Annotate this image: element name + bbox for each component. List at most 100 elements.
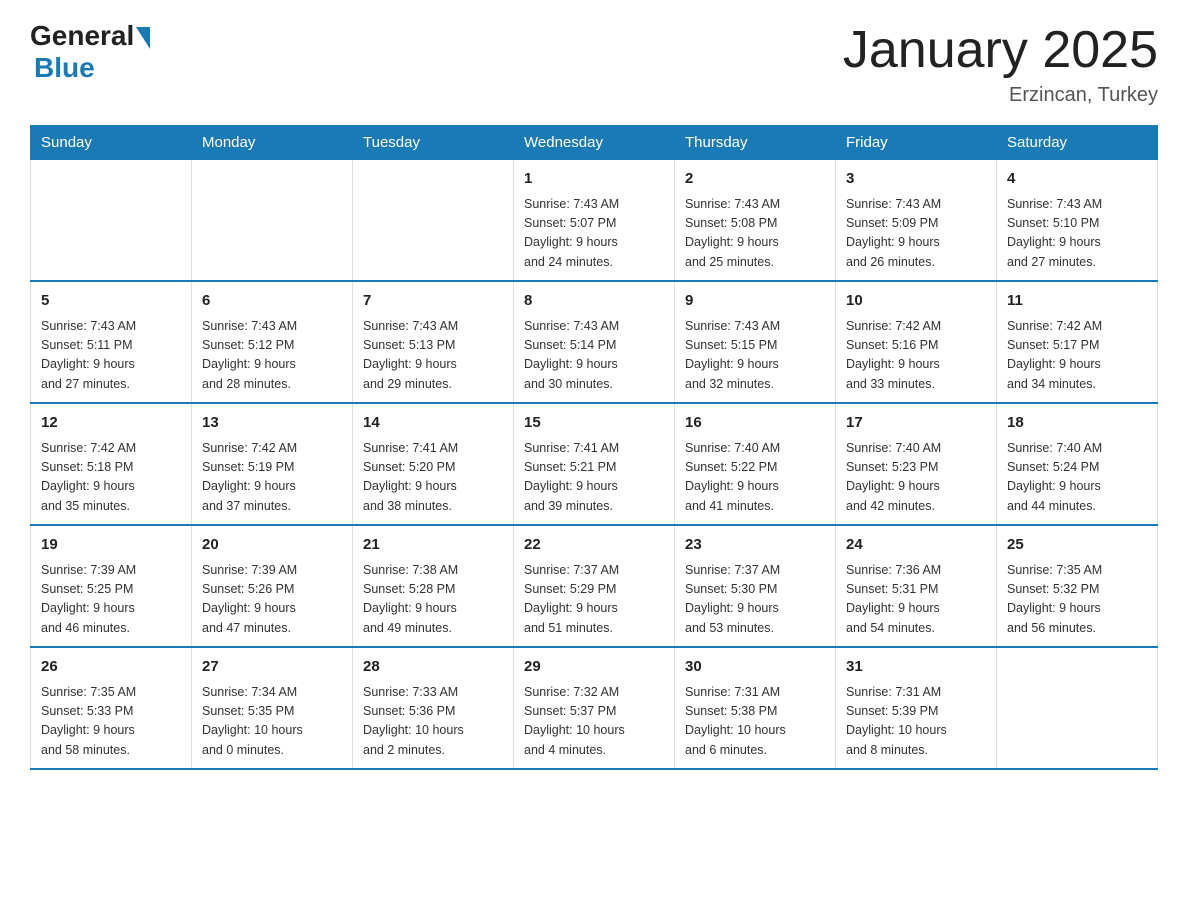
day-info: Sunrise: 7:42 AMSunset: 5:17 PMDaylight:… bbox=[1007, 317, 1147, 395]
day-number: 22 bbox=[524, 534, 664, 557]
calendar-day-cell: 29 Sunrise: 7:32 AMSunset: 5:37 PMDayligh… bbox=[514, 647, 675, 769]
day-number: 3 bbox=[846, 168, 986, 191]
day-info: Sunrise: 7:40 AMSunset: 5:23 PMDaylight:… bbox=[846, 439, 986, 517]
page-title: January 2025 bbox=[843, 20, 1158, 80]
logo-blue-text: Blue bbox=[34, 52, 95, 84]
calendar-day-cell: 9 Sunrise: 7:43 AMSunset: 5:15 PMDaylight… bbox=[675, 281, 836, 403]
day-number: 29 bbox=[524, 656, 664, 679]
day-number: 30 bbox=[685, 656, 825, 679]
day-info: Sunrise: 7:43 AMSunset: 5:09 PMDaylight:… bbox=[846, 195, 986, 273]
day-info: Sunrise: 7:37 AMSunset: 5:30 PMDaylight:… bbox=[685, 561, 825, 639]
day-info: Sunrise: 7:43 AMSunset: 5:12 PMDaylight:… bbox=[202, 317, 342, 395]
day-number: 16 bbox=[685, 412, 825, 435]
calendar-day-cell bbox=[997, 647, 1158, 769]
calendar-week-row: 5 Sunrise: 7:43 AMSunset: 5:11 PMDaylight… bbox=[31, 281, 1158, 403]
day-number: 15 bbox=[524, 412, 664, 435]
day-info: Sunrise: 7:42 AMSunset: 5:19 PMDaylight:… bbox=[202, 439, 342, 517]
subtitle: Erzincan, Turkey bbox=[843, 84, 1158, 107]
calendar-day-cell: 21 Sunrise: 7:38 AMSunset: 5:28 PMDayligh… bbox=[353, 525, 514, 647]
calendar-week-row: 12 Sunrise: 7:42 AMSunset: 5:18 PMDayligh… bbox=[31, 403, 1158, 525]
calendar-day-cell: 23 Sunrise: 7:37 AMSunset: 5:30 PMDayligh… bbox=[675, 525, 836, 647]
day-number: 1 bbox=[524, 168, 664, 191]
day-info: Sunrise: 7:33 AMSunset: 5:36 PMDaylight:… bbox=[363, 683, 503, 761]
day-info: Sunrise: 7:39 AMSunset: 5:25 PMDaylight:… bbox=[41, 561, 181, 639]
day-info: Sunrise: 7:43 AMSunset: 5:15 PMDaylight:… bbox=[685, 317, 825, 395]
day-number: 6 bbox=[202, 290, 342, 313]
calendar-day-cell: 16 Sunrise: 7:40 AMSunset: 5:22 PMDayligh… bbox=[675, 403, 836, 525]
day-number: 20 bbox=[202, 534, 342, 557]
logo-general-text: General bbox=[30, 20, 134, 52]
weekday-header-cell: Sunday bbox=[31, 126, 192, 160]
day-number: 10 bbox=[846, 290, 986, 313]
calendar-day-cell: 31 Sunrise: 7:31 AMSunset: 5:39 PMDayligh… bbox=[836, 647, 997, 769]
calendar-day-cell: 14Sunrise: 7:41 AMSunset: 5:20 PMDayligh… bbox=[353, 403, 514, 525]
calendar-day-cell: 1 Sunrise: 7:43 AMSunset: 5:07 PMDaylight… bbox=[514, 160, 675, 282]
logo: General Blue bbox=[30, 20, 150, 84]
day-info: Sunrise: 7:37 AMSunset: 5:29 PMDaylight:… bbox=[524, 561, 664, 639]
day-info: Sunrise: 7:36 AMSunset: 5:31 PMDaylight:… bbox=[846, 561, 986, 639]
calendar-day-cell: 13 Sunrise: 7:42 AMSunset: 5:19 PMDayligh… bbox=[192, 403, 353, 525]
day-number: 7 bbox=[363, 290, 503, 313]
weekday-header-cell: Thursday bbox=[675, 126, 836, 160]
day-info: Sunrise: 7:42 AMSunset: 5:18 PMDaylight:… bbox=[41, 439, 181, 517]
calendar-week-row: 19 Sunrise: 7:39 AMSunset: 5:25 PMDayligh… bbox=[31, 525, 1158, 647]
calendar-day-cell: 8Sunrise: 7:43 AMSunset: 5:14 PMDaylight… bbox=[514, 281, 675, 403]
calendar-body: 1 Sunrise: 7:43 AMSunset: 5:07 PMDaylight… bbox=[31, 160, 1158, 770]
day-info: Sunrise: 7:38 AMSunset: 5:28 PMDaylight:… bbox=[363, 561, 503, 639]
calendar-day-cell bbox=[192, 160, 353, 282]
day-number: 13 bbox=[202, 412, 342, 435]
day-number: 26 bbox=[41, 656, 181, 679]
day-number: 21 bbox=[363, 534, 503, 557]
weekday-header-cell: Monday bbox=[192, 126, 353, 160]
day-info: Sunrise: 7:43 AMSunset: 5:11 PMDaylight:… bbox=[41, 317, 181, 395]
calendar-day-cell: 6 Sunrise: 7:43 AMSunset: 5:12 PMDaylight… bbox=[192, 281, 353, 403]
calendar-day-cell: 27Sunrise: 7:34 AMSunset: 5:35 PMDayligh… bbox=[192, 647, 353, 769]
calendar-day-cell bbox=[31, 160, 192, 282]
calendar-day-cell: 12 Sunrise: 7:42 AMSunset: 5:18 PMDayligh… bbox=[31, 403, 192, 525]
day-number: 2 bbox=[685, 168, 825, 191]
calendar-day-cell: 10Sunrise: 7:42 AMSunset: 5:16 PMDayligh… bbox=[836, 281, 997, 403]
calendar-day-cell: 3 Sunrise: 7:43 AMSunset: 5:09 PMDaylight… bbox=[836, 160, 997, 282]
calendar-day-cell bbox=[353, 160, 514, 282]
weekday-header-cell: Wednesday bbox=[514, 126, 675, 160]
day-info: Sunrise: 7:41 AMSunset: 5:20 PMDaylight:… bbox=[363, 439, 503, 517]
day-info: Sunrise: 7:34 AMSunset: 5:35 PMDaylight:… bbox=[202, 683, 342, 761]
day-number: 23 bbox=[685, 534, 825, 557]
day-number: 4 bbox=[1007, 168, 1147, 191]
day-number: 9 bbox=[685, 290, 825, 313]
day-number: 11 bbox=[1007, 290, 1147, 313]
day-info: Sunrise: 7:40 AMSunset: 5:24 PMDaylight:… bbox=[1007, 439, 1147, 517]
header: General Blue January 2025 Erzincan, Turk… bbox=[30, 20, 1158, 107]
day-number: 19 bbox=[41, 534, 181, 557]
day-number: 25 bbox=[1007, 534, 1147, 557]
logo-arrow-icon bbox=[136, 27, 150, 49]
calendar-day-cell: 19 Sunrise: 7:39 AMSunset: 5:25 PMDayligh… bbox=[31, 525, 192, 647]
weekday-header-cell: Tuesday bbox=[353, 126, 514, 160]
day-info: Sunrise: 7:32 AMSunset: 5:37 PMDaylight:… bbox=[524, 683, 664, 761]
calendar-day-cell: 22 Sunrise: 7:37 AMSunset: 5:29 PMDayligh… bbox=[514, 525, 675, 647]
day-number: 31 bbox=[846, 656, 986, 679]
calendar-day-cell: 5 Sunrise: 7:43 AMSunset: 5:11 PMDaylight… bbox=[31, 281, 192, 403]
calendar-day-cell: 17Sunrise: 7:40 AMSunset: 5:23 PMDayligh… bbox=[836, 403, 997, 525]
day-number: 24 bbox=[846, 534, 986, 557]
day-number: 28 bbox=[363, 656, 503, 679]
day-info: Sunrise: 7:39 AMSunset: 5:26 PMDaylight:… bbox=[202, 561, 342, 639]
day-number: 18 bbox=[1007, 412, 1147, 435]
day-number: 12 bbox=[41, 412, 181, 435]
calendar-day-cell: 20 Sunrise: 7:39 AMSunset: 5:26 PMDayligh… bbox=[192, 525, 353, 647]
calendar-day-cell: 26Sunrise: 7:35 AMSunset: 5:33 PMDayligh… bbox=[31, 647, 192, 769]
day-info: Sunrise: 7:43 AMSunset: 5:14 PMDaylight:… bbox=[524, 317, 664, 395]
calendar-table: SundayMondayTuesdayWednesdayThursdayFrid… bbox=[30, 125, 1158, 770]
day-info: Sunrise: 7:43 AMSunset: 5:08 PMDaylight:… bbox=[685, 195, 825, 273]
weekday-header-row: SundayMondayTuesdayWednesdayThursdayFrid… bbox=[31, 126, 1158, 160]
calendar-day-cell: 25Sunrise: 7:35 AMSunset: 5:32 PMDayligh… bbox=[997, 525, 1158, 647]
day-info: Sunrise: 7:31 AMSunset: 5:38 PMDaylight:… bbox=[685, 683, 825, 761]
day-info: Sunrise: 7:40 AMSunset: 5:22 PMDaylight:… bbox=[685, 439, 825, 517]
day-info: Sunrise: 7:43 AMSunset: 5:07 PMDaylight:… bbox=[524, 195, 664, 273]
weekday-header-cell: Saturday bbox=[997, 126, 1158, 160]
calendar-week-row: 26Sunrise: 7:35 AMSunset: 5:33 PMDayligh… bbox=[31, 647, 1158, 769]
day-info: Sunrise: 7:31 AMSunset: 5:39 PMDaylight:… bbox=[846, 683, 986, 761]
calendar-day-cell: 4Sunrise: 7:43 AMSunset: 5:10 PMDaylight… bbox=[997, 160, 1158, 282]
day-number: 5 bbox=[41, 290, 181, 313]
day-info: Sunrise: 7:41 AMSunset: 5:21 PMDaylight:… bbox=[524, 439, 664, 517]
